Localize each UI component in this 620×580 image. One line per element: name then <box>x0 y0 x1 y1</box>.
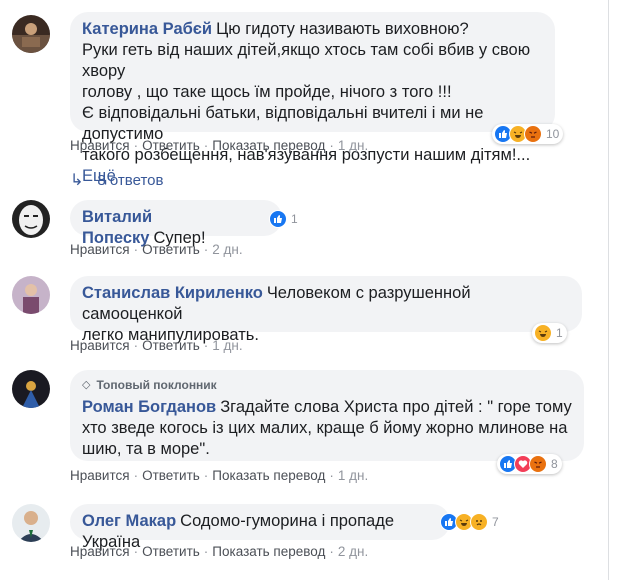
comment-time[interactable]: 2 дн. <box>212 242 242 257</box>
replies-label: 8 ответов <box>97 171 164 189</box>
page-divider <box>608 0 609 580</box>
translate-link[interactable]: Показать перевод <box>212 468 325 483</box>
comment-bubble: Виталий Попеску Супер! <box>70 200 282 247</box>
comment-author[interactable]: Катерина Рабєй <box>82 20 212 38</box>
translate-link[interactable]: Показать перевод <box>212 544 325 559</box>
avatar[interactable] <box>12 15 50 53</box>
comment-text: хто зведе когось із цих малих, краще б й… <box>82 419 568 437</box>
comment-time[interactable]: 2 дн. <box>338 544 368 559</box>
reaction-summary[interactable]: 1 <box>532 323 567 343</box>
reaction-count: 1 <box>291 212 298 226</box>
reaction-count: 8 <box>551 457 558 471</box>
view-replies-link[interactable]: ↳ 8 ответов <box>70 170 163 190</box>
comment-actions: Нравится · Ответить · 2 дн. <box>70 242 243 257</box>
comment-author[interactable]: Олег Макар <box>82 512 176 530</box>
comment: ◇ Топовый поклонник Роман Богданов Згадайт… <box>12 370 602 490</box>
comment: Станислав Кириленко Человеком с разрушенн… <box>12 276 602 356</box>
comment-actions: Нравится · Ответить · 1 дн. <box>70 338 243 353</box>
reply-link[interactable]: Ответить <box>142 338 200 353</box>
reaction-summary[interactable]: 7 <box>438 512 503 532</box>
like-link[interactable]: Нравится <box>70 138 130 153</box>
comment-bubble: ◇ Топовый поклонник Роман Богданов Згадайт… <box>70 370 584 461</box>
avatar[interactable] <box>12 370 50 408</box>
comment: Олег Макар Содомо-гуморина і пропаде Укра… <box>12 504 602 566</box>
comment: Виталий Попеску Супер! 1 Нравится · Ответит… <box>12 200 602 260</box>
comment-text: Цю гидоту називають виховною? <box>216 20 469 38</box>
comment-bubble: Олег Макар Содомо-гуморина і пропаде Укра… <box>70 504 450 551</box>
avatar[interactable] <box>12 276 50 314</box>
reply-link[interactable]: Ответить <box>142 544 200 559</box>
reaction-summary[interactable]: 8 <box>497 454 562 474</box>
like-link[interactable]: Нравится <box>70 242 130 257</box>
reply-link[interactable]: Ответить <box>142 242 200 257</box>
comment-text: Руки геть від наших дітей,якщо хтось там… <box>82 41 531 80</box>
like-link[interactable]: Нравится <box>70 468 130 483</box>
reaction-count: 7 <box>492 515 499 529</box>
comment-time[interactable]: 1 дн. <box>338 138 368 153</box>
sad-icon <box>470 513 488 531</box>
comment-actions: Нравится · Ответить · Показать перевод · 1 дн. <box>70 138 369 153</box>
comment-actions: Нравится · Ответить · Показать перевод · 2 дн. <box>70 544 369 559</box>
badge-label: Топовый поклонник <box>96 378 217 392</box>
reply-link[interactable]: Ответить <box>142 468 200 483</box>
diamond-icon: ◇ <box>82 379 91 391</box>
haha-icon <box>534 324 552 342</box>
reply-arrow-icon: ↳ <box>70 172 84 189</box>
reply-link[interactable]: Ответить <box>142 138 200 153</box>
comment-text: голову , що таке щось їм пройде, нічого … <box>82 83 452 101</box>
like-icon <box>269 210 287 228</box>
comment-bubble: Катерина Рабєй Цю гидоту називають виховн… <box>70 12 555 185</box>
reaction-summary[interactable]: 1 <box>267 209 302 229</box>
avatar[interactable] <box>12 504 50 542</box>
comment-author[interactable]: Роман Богданов <box>82 398 216 416</box>
comment-time[interactable]: 1 дн. <box>212 338 242 353</box>
reaction-summary[interactable]: 10 <box>492 124 564 144</box>
reaction-count: 1 <box>556 326 563 340</box>
comment-text: шию, та в море". <box>82 440 210 458</box>
top-fan-badge: ◇ Топовый поклонник <box>82 375 572 396</box>
comment-time[interactable]: 1 дн. <box>338 468 368 483</box>
angry-icon <box>529 455 547 473</box>
like-link[interactable]: Нравится <box>70 544 130 559</box>
reaction-count: 10 <box>546 127 560 141</box>
angry-icon <box>524 125 542 143</box>
comment-actions: Нравится · Ответить · Показать перевод · 1 дн. <box>70 468 369 483</box>
comment-author[interactable]: Станислав Кириленко <box>82 284 263 302</box>
avatar[interactable] <box>12 200 50 238</box>
comment-text: Згадайте слова Христа про дітей : " горе… <box>220 398 572 416</box>
like-link[interactable]: Нравится <box>70 338 130 353</box>
translate-link[interactable]: Показать перевод <box>212 138 325 153</box>
comment-bubble: Станислав Кириленко Человеком с разрушенн… <box>70 276 582 344</box>
comment: Катерина Рабєй Цю гидоту називають виховн… <box>12 12 602 185</box>
